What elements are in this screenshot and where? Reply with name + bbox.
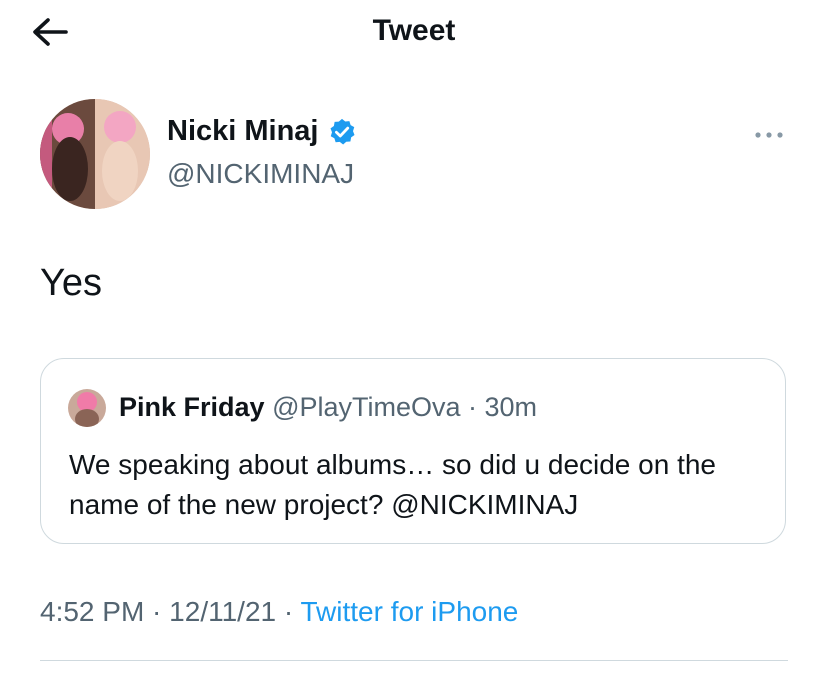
quoted-avatar-image [68,389,106,427]
author-name-text: Nicki Minaj [167,115,319,147]
quoted-tweet[interactable]: Pink Friday @PlayTimeOva · 30m We speaki… [40,358,786,544]
divider [40,660,788,661]
avatar-image [40,99,150,209]
quoted-author-avatar [68,389,106,427]
author-handle[interactable]: @NICKIMINAJ [167,158,354,190]
tweet-metadata: 4:52 PM · 12/11/21 · Twitter for iPhone [40,596,518,628]
author-name[interactable]: Nicki Minaj [167,115,357,148]
more-options-button[interactable] [752,122,788,148]
meta-separator-2: · [276,596,301,627]
quoted-tweet-header: Pink Friday @PlayTimeOva · 30m [119,392,537,423]
tweet-source-link[interactable]: Twitter for iPhone [300,596,518,627]
tweet-date: 12/11/21 [169,596,277,627]
quoted-author-handle: @PlayTimeOva [272,392,461,422]
top-bar: Tweet [0,0,828,64]
quoted-time: 30m [484,392,538,422]
author-avatar[interactable] [40,99,150,209]
quoted-tweet-text: We speaking about albums… so did u decid… [69,449,717,520]
tweet-text: Yes [40,262,102,304]
verified-badge-icon [330,118,354,144]
tweet-time: 4:52 PM [40,596,145,627]
more-horizontal-icon [755,132,783,138]
meta-separator: · [144,596,170,627]
quoted-author-name: Pink Friday [119,392,265,422]
page-title: Tweet [372,14,456,47]
quoted-separator: · [460,392,485,422]
